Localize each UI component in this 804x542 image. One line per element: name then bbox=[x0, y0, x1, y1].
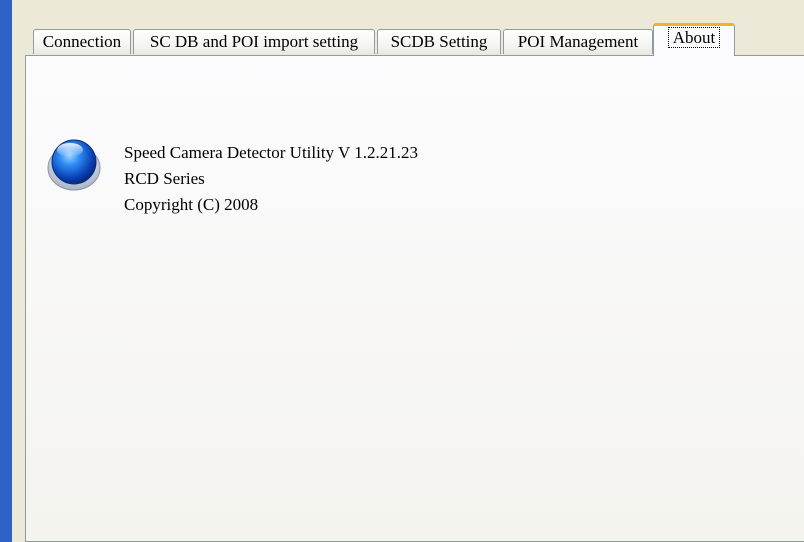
tab-connection[interactable]: Connection bbox=[33, 29, 131, 54]
about-info: Speed Camera Detector Utility V 1.2.21.2… bbox=[124, 140, 418, 218]
window-frame-left bbox=[0, 0, 12, 542]
tab-poi-management[interactable]: POI Management bbox=[503, 29, 653, 54]
blue-orb-icon bbox=[47, 139, 101, 191]
about-panel: Speed Camera Detector Utility V 1.2.21.2… bbox=[25, 55, 804, 542]
product-name-version: Speed Camera Detector Utility V 1.2.21.2… bbox=[124, 143, 418, 162]
tab-label: SCDB Setting bbox=[390, 32, 488, 51]
tab-label: SC DB and POI import setting bbox=[149, 32, 359, 51]
tab-sc-db-poi-import-setting[interactable]: SC DB and POI import setting bbox=[133, 29, 375, 54]
window-frame-inner bbox=[12, 0, 25, 542]
copyright-text: Copyright (C) 2008 bbox=[124, 195, 259, 214]
tab-scdb-setting[interactable]: SCDB Setting bbox=[377, 29, 501, 54]
tab-strip: Connection SC DB and POI import setting … bbox=[25, 22, 804, 56]
tab-label: Connection bbox=[42, 32, 122, 51]
tab-about[interactable]: About bbox=[653, 23, 735, 56]
tab-label: About bbox=[667, 27, 721, 48]
product-series: RCD Series bbox=[124, 169, 205, 188]
tab-label: POI Management bbox=[517, 32, 639, 51]
